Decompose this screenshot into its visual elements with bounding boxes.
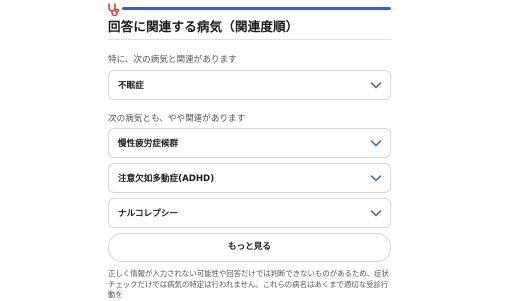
section-label-weak: 次の病気とも、やや関連があります <box>108 114 246 124</box>
chevron-down-icon <box>370 82 382 89</box>
chevron-down-icon <box>370 175 382 182</box>
disease-name: 注意欠如多動症(ADHD) <box>118 174 215 184</box>
disease-dropdown-adhd[interactable]: 注意欠如多動症(ADHD) <box>108 163 391 193</box>
disease-dropdown-cfs[interactable]: 慢性疲労症候群 <box>108 128 391 158</box>
disease-dropdown-narcolepsy[interactable]: ナルコレプシー <box>108 198 391 228</box>
progress-bar-fill <box>122 7 391 10</box>
disease-dropdown-insomnia[interactable]: 不眠症 <box>108 70 391 100</box>
show-more-button[interactable]: もっと見る <box>108 233 391 262</box>
chevron-down-icon <box>370 210 382 217</box>
divider <box>108 39 391 40</box>
disease-name: 不眠症 <box>118 81 144 91</box>
section-label-strong: 特に、次の病気と関連があります <box>108 55 237 65</box>
page-title: 回答に関連する病気（関連度順） <box>108 19 299 34</box>
chevron-down-icon <box>370 140 382 147</box>
progress-bar <box>122 7 391 10</box>
stethoscope-icon <box>108 3 120 17</box>
disease-name: 慢性疲労症候群 <box>118 139 179 149</box>
disclaimer-text: 正しく情報が入力されない可能性や回答だけでは判断できないものがあるため、症状チェ… <box>108 269 389 299</box>
disease-name: ナルコレプシー <box>118 209 178 219</box>
